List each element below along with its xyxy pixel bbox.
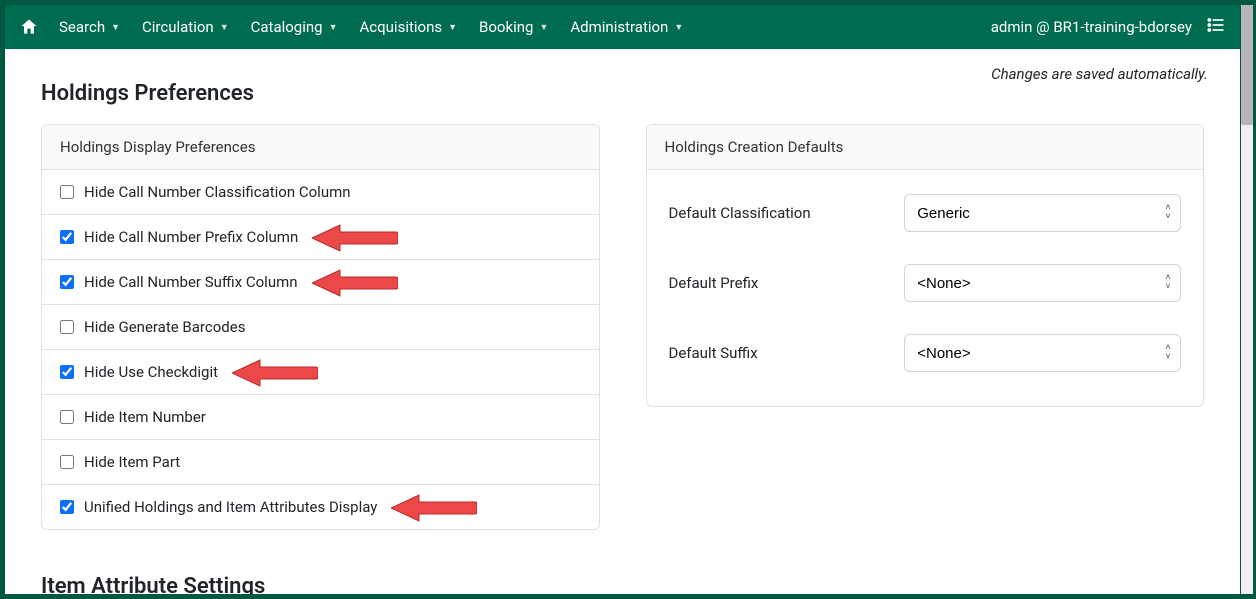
home-icon[interactable]: [19, 17, 39, 37]
display-pref-checkbox[interactable]: [60, 185, 74, 199]
creation-defaults-header: Holdings Creation Defaults: [647, 125, 1204, 170]
page-title: Holdings Preferences: [41, 81, 1204, 106]
display-pref-checkbox[interactable]: [60, 500, 74, 514]
display-pref-label: Hide Item Number: [84, 408, 206, 426]
hamburger-list-icon[interactable]: [1206, 15, 1226, 39]
nav-item-administration[interactable]: Administration ▼: [570, 18, 683, 36]
vertical-scrollbar[interactable]: [1241, 5, 1253, 594]
chevron-down-icon: ▼: [111, 22, 120, 33]
display-pref-label: Hide Call Number Classification Column: [84, 183, 351, 201]
display-pref-label: Hide Item Part: [84, 453, 180, 471]
display-pref-checkbox[interactable]: [60, 365, 74, 379]
nav-item-label: Acquisitions: [360, 18, 443, 36]
display-pref-row: Hide Use Checkdigit: [42, 349, 599, 394]
display-pref-label: Hide Generate Barcodes: [84, 318, 245, 336]
scrollbar-thumb[interactable]: [1241, 5, 1253, 125]
display-pref-checkbox[interactable]: [60, 230, 74, 244]
display-pref-label: Hide Call Number Prefix Column: [84, 228, 298, 246]
creation-default-label: Default Suffix: [669, 344, 905, 362]
chevron-down-icon: ▼: [448, 22, 457, 33]
chevron-down-icon: ▼: [220, 22, 229, 33]
nav-item-cataloging[interactable]: Cataloging ▼: [251, 18, 338, 36]
stepper-down-icon[interactable]: ˅: [1161, 353, 1175, 362]
user-label[interactable]: admin @ BR1-training-bdorsey: [991, 18, 1192, 36]
display-pref-row: Hide Item Number: [42, 394, 599, 439]
creation-default-combobox[interactable]: [904, 334, 1181, 372]
display-pref-checkbox[interactable]: [60, 275, 74, 289]
display-prefs-header: Holdings Display Preferences: [42, 125, 599, 170]
annotation-arrow-icon: [232, 358, 318, 388]
display-pref-row: Hide Call Number Suffix Column: [42, 259, 599, 304]
creation-default-combobox[interactable]: [904, 194, 1181, 232]
creation-default-combobox[interactable]: [904, 264, 1181, 302]
nav-item-booking[interactable]: Booking ▼: [479, 18, 548, 36]
display-pref-checkbox[interactable]: [60, 320, 74, 334]
autosave-notice: Changes are saved automatically.: [991, 65, 1208, 83]
display-pref-label: Hide Call Number Suffix Column: [84, 273, 298, 291]
display-pref-row: Hide Item Part: [42, 439, 599, 484]
nav-item-label: Administration: [570, 18, 668, 36]
display-pref-row: Hide Call Number Prefix Column: [42, 214, 599, 259]
chevron-down-icon: ▼: [539, 22, 548, 33]
display-pref-row: Hide Call Number Classification Column: [42, 170, 599, 214]
stepper-down-icon[interactable]: ˅: [1161, 213, 1175, 222]
display-pref-checkbox[interactable]: [60, 455, 74, 469]
creation-default-row: Default Classification˄˅: [669, 178, 1182, 248]
nav-item-circulation[interactable]: Circulation ▼: [142, 18, 229, 36]
nav-item-label: Circulation: [142, 18, 214, 36]
creation-default-label: Default Prefix: [669, 274, 905, 292]
annotation-arrow-icon: [312, 223, 398, 253]
creation-default-row: Default Suffix˄˅: [669, 318, 1182, 388]
annotation-arrow-icon: [391, 493, 477, 523]
display-pref-row: Hide Generate Barcodes: [42, 304, 599, 349]
creation-default-label: Default Classification: [669, 204, 905, 222]
chevron-down-icon: ▼: [674, 22, 683, 33]
display-pref-checkbox[interactable]: [60, 410, 74, 424]
display-pref-label: Hide Use Checkdigit: [84, 363, 218, 381]
display-pref-label: Unified Holdings and Item Attributes Dis…: [84, 498, 377, 516]
nav-item-label: Booking: [479, 18, 533, 36]
display-prefs-card: Holdings Display Preferences Hide Call N…: [41, 124, 600, 530]
creation-default-row: Default Prefix˄˅: [669, 248, 1182, 318]
nav-item-label: Cataloging: [251, 18, 323, 36]
nav-item-search[interactable]: Search ▼: [59, 18, 120, 36]
nav-item-acquisitions[interactable]: Acquisitions ▼: [360, 18, 458, 36]
section-title-item-attributes: Item Attribute Settings: [41, 574, 1204, 594]
annotation-arrow-icon: [312, 268, 398, 298]
nav-item-label: Search: [59, 18, 105, 36]
creation-defaults-card: Holdings Creation Defaults Default Class…: [646, 124, 1205, 407]
top-navbar: Search▼Circulation▼Cataloging▼Acquisitio…: [5, 5, 1240, 49]
stepper-down-icon[interactable]: ˅: [1161, 283, 1175, 292]
chevron-down-icon: ▼: [329, 22, 338, 33]
display-pref-row: Unified Holdings and Item Attributes Dis…: [42, 484, 599, 529]
